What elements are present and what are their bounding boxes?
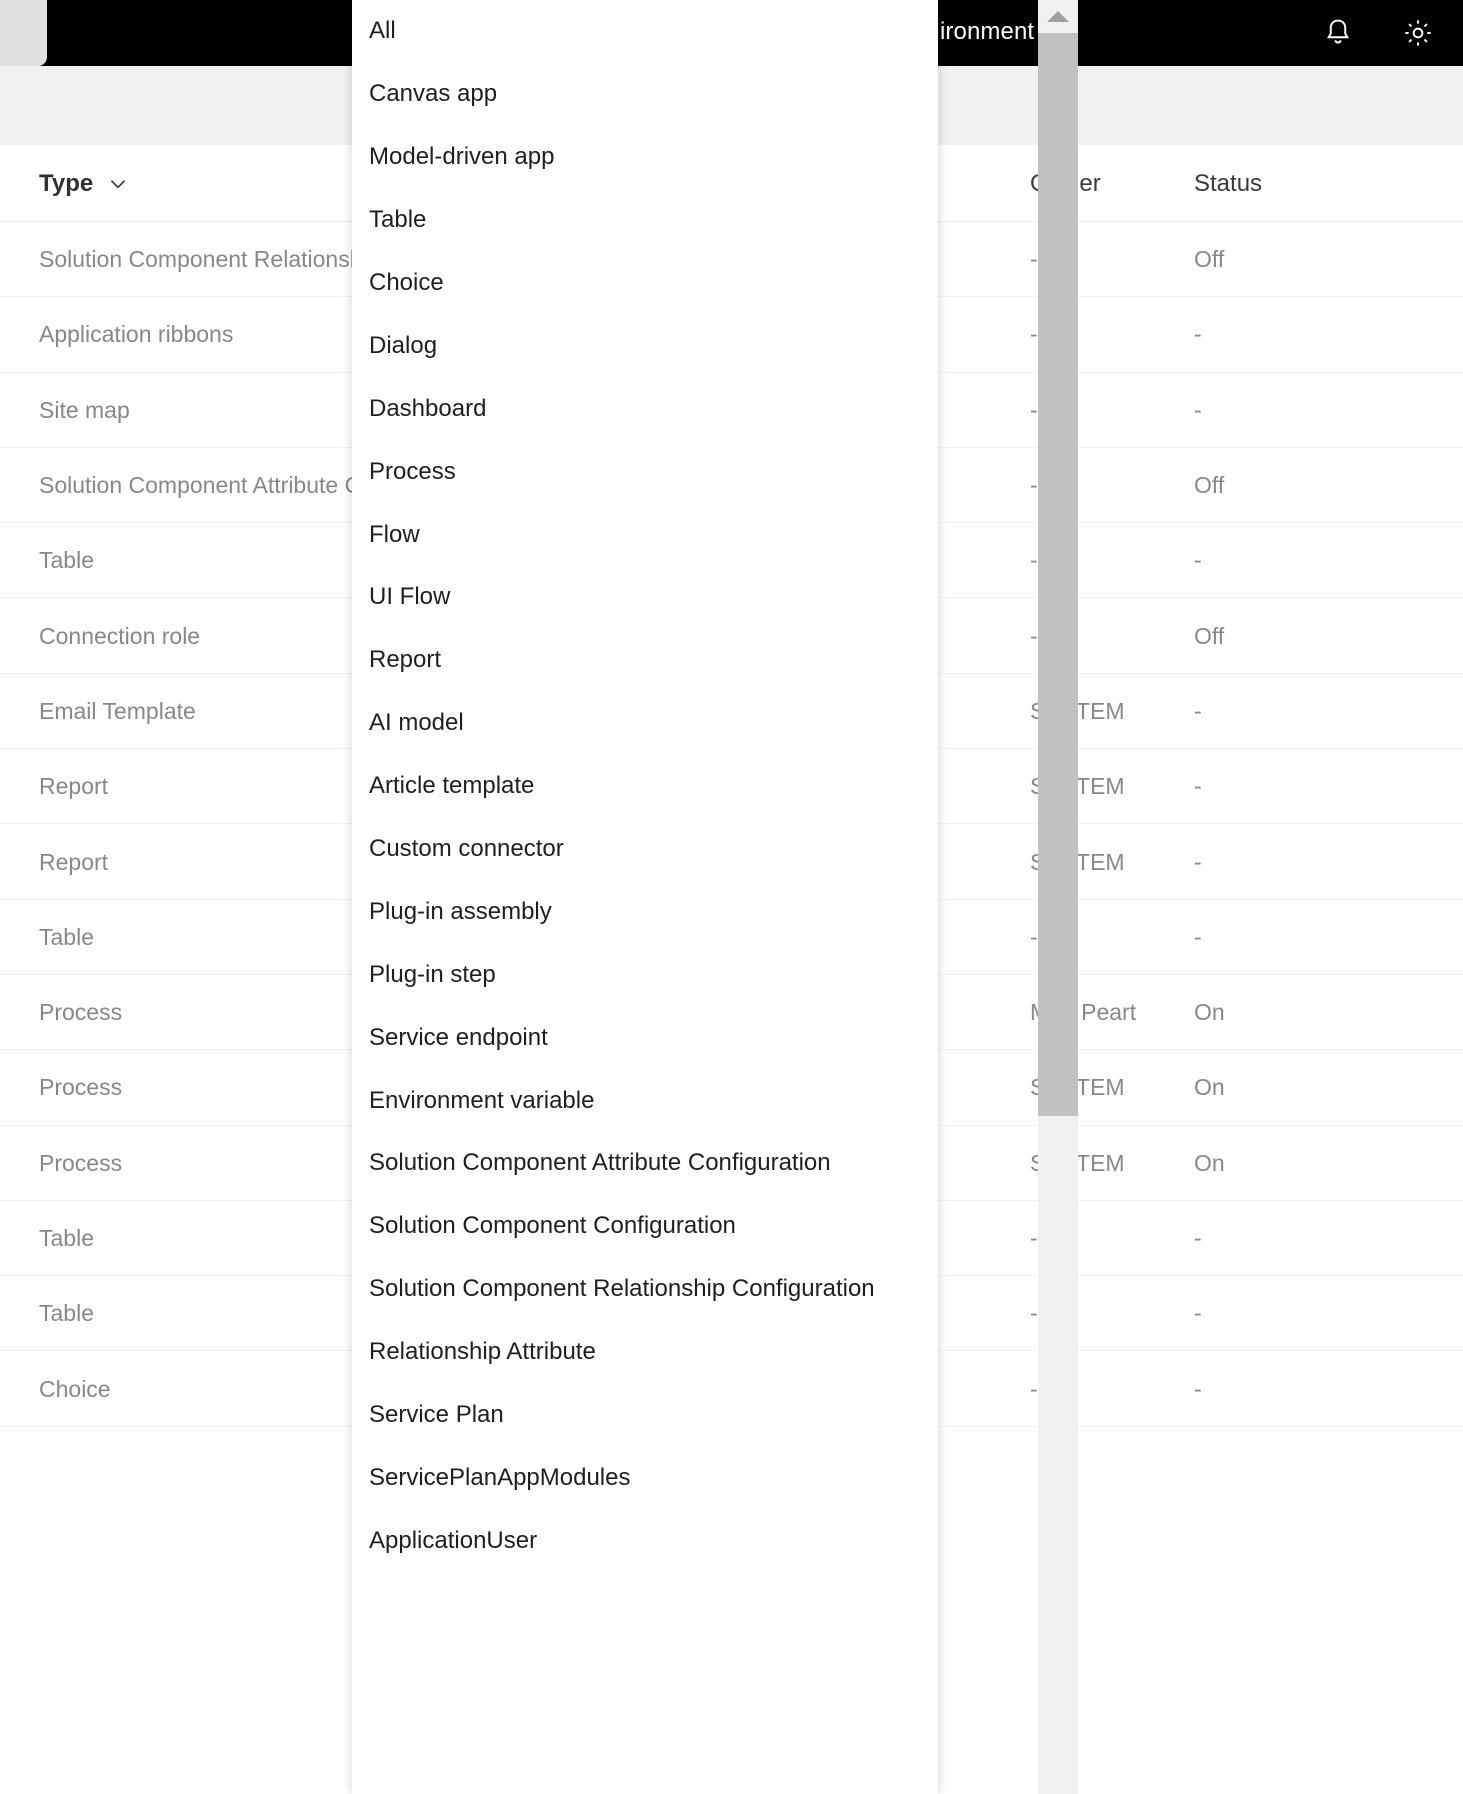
app-header-icon-group: [1321, 0, 1435, 66]
cell-status: Off: [1194, 222, 1344, 297]
column-header-type[interactable]: Type: [39, 145, 129, 222]
scrollbar-track[interactable]: [1038, 1116, 1078, 1794]
dropdown-option[interactable]: All: [352, 0, 938, 63]
notifications-icon[interactable]: [1321, 16, 1355, 50]
dropdown-option[interactable]: Article template: [352, 755, 938, 818]
dropdown-option[interactable]: ApplicationUser: [352, 1509, 938, 1572]
dropdown-option[interactable]: Model-driven app: [352, 126, 938, 189]
cell-status: Off: [1194, 598, 1344, 673]
cell-status: -: [1194, 749, 1344, 824]
cell-status: On: [1194, 1126, 1344, 1201]
dropdown-option[interactable]: Solution Component Configuration: [352, 1195, 938, 1258]
type-filter-dropdown: AllCanvas appModel-driven appTableChoice…: [352, 0, 938, 1794]
dropdown-option[interactable]: Canvas app: [352, 63, 938, 126]
cell-status: -: [1194, 297, 1344, 372]
cell-status: Off: [1194, 448, 1344, 523]
dropdown-option[interactable]: ServicePlanAppModules: [352, 1446, 938, 1509]
scrollbar-thumb[interactable]: [1038, 33, 1078, 1116]
dropdown-option[interactable]: Environment variable: [352, 1069, 938, 1132]
dropdown-option[interactable]: Flow: [352, 503, 938, 566]
dropdown-option[interactable]: Process: [352, 440, 938, 503]
dropdown-option[interactable]: Report: [352, 629, 938, 692]
cell-status: -: [1194, 824, 1344, 899]
cell-status: On: [1194, 1050, 1344, 1125]
dropdown-option[interactable]: Dialog: [352, 314, 938, 377]
cell-status: -: [1194, 900, 1344, 975]
dropdown-option[interactable]: Table: [352, 189, 938, 252]
column-header-type-label: Type: [39, 170, 93, 198]
dropdown-option[interactable]: AI model: [352, 692, 938, 755]
dropdown-option[interactable]: Plug-in step: [352, 943, 938, 1006]
dropdown-option[interactable]: Solution Component Attribute Configurati…: [352, 1132, 938, 1195]
dropdown-option[interactable]: Choice: [352, 252, 938, 315]
app-root: ironment All: [0, 0, 1463, 1794]
dropdown-option-list: AllCanvas appModel-driven appTableChoice…: [352, 0, 938, 1572]
cell-status: -: [1194, 1351, 1344, 1426]
settings-icon[interactable]: [1401, 16, 1435, 50]
scroll-up-arrow-icon[interactable]: [1038, 0, 1078, 33]
app-launcher-tab[interactable]: [0, 0, 47, 66]
environment-name-label: ironment: [940, 18, 1034, 46]
dropdown-option[interactable]: Dashboard: [352, 377, 938, 440]
dropdown-option[interactable]: Service Plan: [352, 1384, 938, 1447]
cell-status: -: [1194, 1201, 1344, 1276]
dropdown-option[interactable]: Solution Component Relationship Configur…: [352, 1258, 938, 1321]
cell-status: -: [1194, 674, 1344, 749]
cell-status: -: [1194, 1276, 1344, 1351]
dropdown-option[interactable]: Service endpoint: [352, 1006, 938, 1069]
cell-status: -: [1194, 523, 1344, 598]
dropdown-option[interactable]: Relationship Attribute: [352, 1321, 938, 1384]
dropdown-option[interactable]: UI Flow: [352, 566, 938, 629]
column-header-status[interactable]: Status: [1194, 145, 1262, 222]
dropdown-option[interactable]: Custom connector: [352, 818, 938, 881]
dropdown-scrollbar[interactable]: [1038, 0, 1078, 1794]
cell-status: On: [1194, 975, 1344, 1050]
dropdown-option[interactable]: Plug-in assembly: [352, 880, 938, 943]
chevron-down-icon: [107, 173, 129, 195]
cell-status: -: [1194, 373, 1344, 448]
